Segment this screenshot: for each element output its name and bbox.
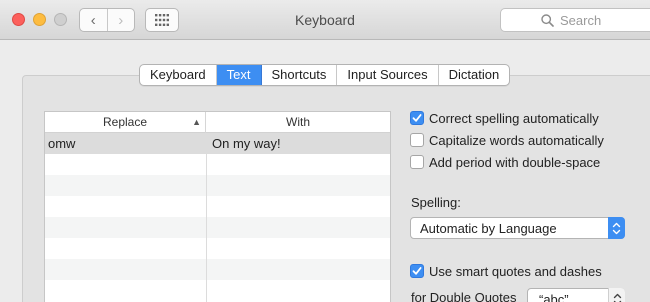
tab-bar: Keyboard Text Shortcuts Input Sources Di…: [139, 64, 511, 86]
search-placeholder: Search: [560, 13, 602, 28]
with-cell: On my way!: [212, 136, 281, 151]
double-quotes-label: for Double Quotes: [411, 290, 517, 302]
table-row-empty: [45, 238, 390, 259]
table-header: Replace ▲ With: [45, 112, 390, 133]
table-row[interactable]: omw On my way!: [45, 133, 390, 154]
column-header-replace[interactable]: Replace ▲: [45, 112, 206, 133]
checkmark-icon: [412, 114, 422, 122]
column-header-with[interactable]: With: [206, 112, 390, 133]
popup-arrows-icon: [608, 217, 625, 239]
tab-keyboard[interactable]: Keyboard: [140, 65, 217, 85]
spelling-value: Automatic by Language: [420, 221, 557, 236]
double-quotes-value: “abc”: [539, 292, 569, 302]
table-row-empty: [45, 175, 390, 196]
tab-dictation[interactable]: Dictation: [439, 65, 510, 85]
checkbox-unchecked: [410, 155, 424, 169]
capitalize-words-label: Capitalize words automatically: [429, 132, 604, 148]
replace-cell: omw: [48, 136, 76, 151]
table-row-empty: [45, 280, 390, 301]
checkbox-checked: [410, 111, 424, 125]
tab-text[interactable]: Text: [216, 65, 262, 85]
table-row-empty: [45, 217, 390, 238]
search-field[interactable]: Search: [500, 8, 650, 32]
checkmark-icon: [412, 267, 422, 275]
correct-spelling-label: Correct spelling automatically: [429, 110, 599, 126]
tab-input-sources[interactable]: Input Sources: [337, 65, 439, 85]
checkbox-unchecked: [410, 133, 424, 147]
title-bar: ‹ › Keyboard Search: [0, 0, 650, 40]
table-row-empty: [45, 154, 390, 175]
search-icon: [541, 14, 554, 27]
tab-shortcuts[interactable]: Shortcuts: [262, 65, 338, 85]
correct-spelling-checkbox[interactable]: Correct spelling automatically: [410, 109, 599, 127]
table-row-empty: [45, 259, 390, 280]
spelling-label: Spelling:: [411, 195, 461, 210]
table-row-empty: [45, 196, 390, 217]
sort-ascending-icon: ▲: [192, 117, 201, 127]
popup-arrows-icon: [608, 288, 625, 302]
spelling-popup[interactable]: Automatic by Language: [410, 217, 625, 239]
text-replacement-table: Replace ▲ With omw On my way!: [44, 111, 391, 302]
smart-quotes-label: Use smart quotes and dashes: [429, 263, 602, 279]
add-period-checkbox[interactable]: Add period with double-space: [410, 153, 600, 171]
double-quotes-popup[interactable]: “abc”: [527, 288, 625, 302]
column-divider: [206, 133, 207, 302]
smart-quotes-checkbox[interactable]: Use smart quotes and dashes: [410, 262, 602, 280]
add-period-label: Add period with double-space: [429, 154, 601, 170]
capitalize-words-checkbox[interactable]: Capitalize words automatically: [410, 131, 604, 149]
checkbox-checked: [410, 264, 424, 278]
